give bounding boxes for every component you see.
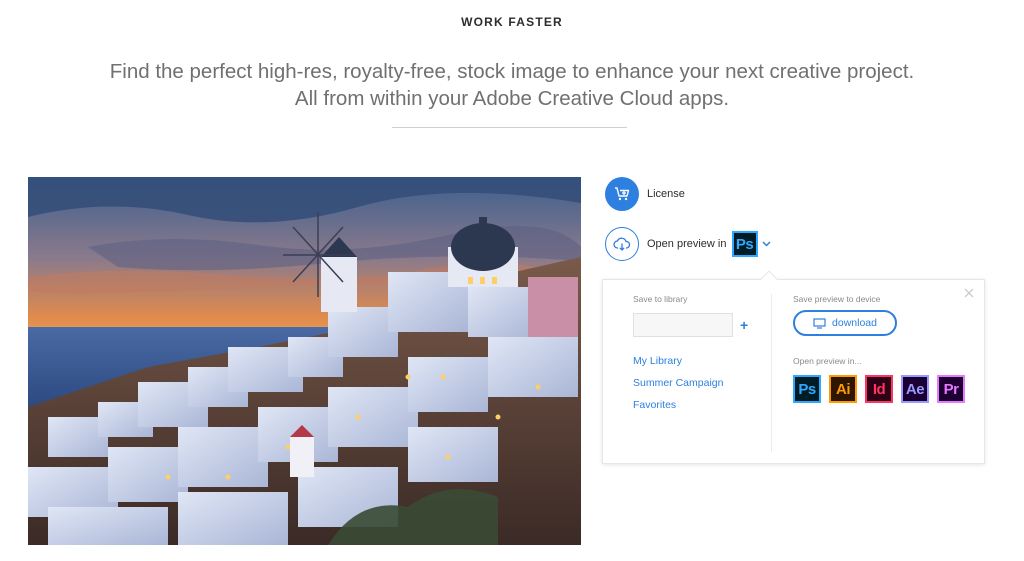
headline-line-2: All from within your Adobe Creative Clou… bbox=[294, 87, 730, 110]
license-button[interactable] bbox=[605, 177, 639, 211]
photoshop-icon[interactable]: Ps bbox=[793, 375, 821, 403]
chevron-down-icon bbox=[761, 241, 771, 247]
header-divider bbox=[392, 127, 627, 128]
headline-line-1: Find the perfect high-res, royalty-free,… bbox=[109, 60, 915, 83]
stock-photo bbox=[28, 177, 581, 545]
download-label: download bbox=[832, 317, 877, 329]
app-dropdown-toggle[interactable] bbox=[761, 241, 771, 247]
save-to-library-section: Save to library + My Library Summer Camp… bbox=[633, 294, 763, 416]
current-app-ps-icon[interactable]: Ps bbox=[731, 231, 758, 257]
section-eyebrow: WORK FASTER bbox=[461, 15, 563, 29]
library-name-input[interactable] bbox=[633, 313, 733, 337]
panel-divider bbox=[771, 294, 772, 452]
license-action: License bbox=[605, 177, 685, 211]
indesign-icon[interactable]: Id bbox=[865, 375, 893, 403]
open-preview-button[interactable] bbox=[605, 227, 639, 261]
download-button[interactable]: download bbox=[793, 310, 897, 336]
section-headline: Find the perfect high-res, royalty-free,… bbox=[0, 58, 1024, 112]
stock-photo-illustration bbox=[28, 177, 581, 545]
library-list: My Library Summer Campaign Favorites bbox=[633, 350, 763, 416]
save-to-library-label: Save to library bbox=[633, 294, 688, 304]
library-item-summer-campaign[interactable]: Summer Campaign bbox=[633, 372, 763, 394]
library-item-my-library[interactable]: My Library bbox=[633, 350, 763, 372]
library-item-favorites[interactable]: Favorites bbox=[633, 394, 763, 416]
cloud-download-icon bbox=[613, 237, 631, 251]
open-preview-label[interactable]: Open preview in bbox=[647, 238, 727, 250]
open-preview-in-label: Open preview in... bbox=[793, 356, 862, 366]
license-label[interactable]: License bbox=[647, 188, 685, 200]
panel-pointer bbox=[760, 270, 778, 288]
open-preview-panel: Save to library + My Library Summer Camp… bbox=[602, 270, 985, 464]
app-list: Ps Ai Id Ae Pr bbox=[793, 375, 973, 403]
add-library-button[interactable]: + bbox=[740, 318, 748, 332]
illustrator-icon[interactable]: Ai bbox=[829, 375, 857, 403]
save-preview-label: Save preview to device bbox=[793, 294, 881, 304]
open-preview-action: Open preview in Ps bbox=[605, 227, 771, 261]
premiere-pro-icon[interactable]: Pr bbox=[937, 375, 965, 403]
save-preview-section: Save preview to device download Open pre… bbox=[793, 294, 973, 403]
after-effects-icon[interactable]: Ae bbox=[901, 375, 929, 403]
cart-plus-icon bbox=[615, 187, 630, 201]
library-input-row: + bbox=[633, 313, 763, 337]
monitor-icon bbox=[813, 317, 826, 329]
